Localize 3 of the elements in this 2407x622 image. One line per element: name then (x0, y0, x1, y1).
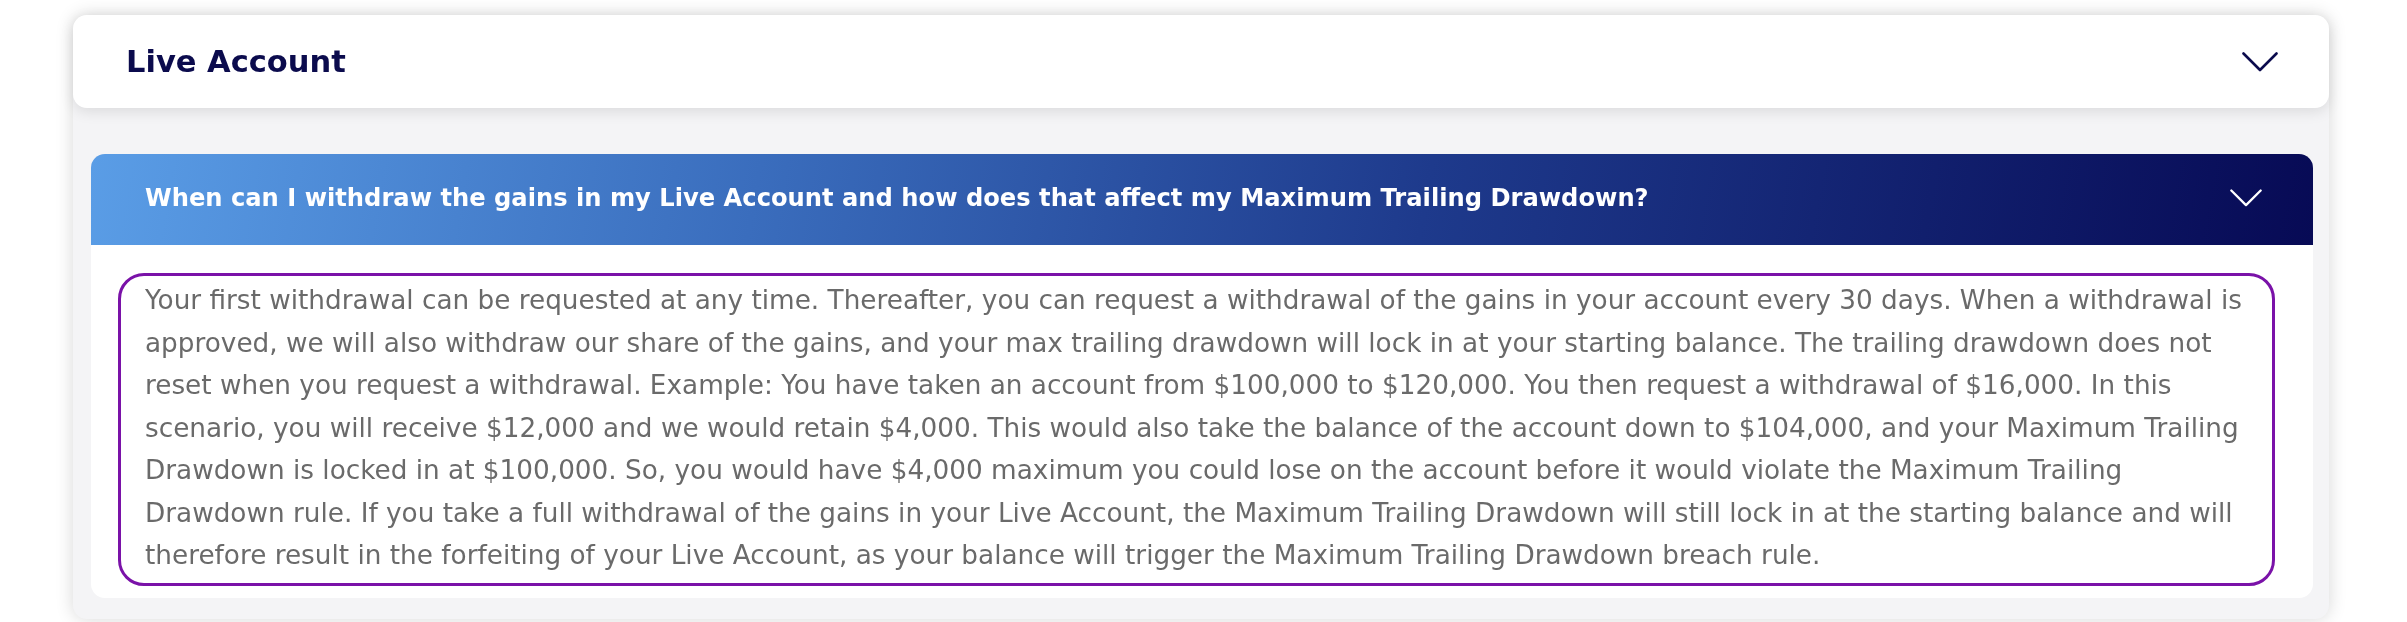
answer-text: Your first withdrawal can be requested at any time. Thereafter, you can request a withdrawal of the gains in your account every 30 days. When a withdrawal is approved, we will also withdraw our share of the gains, and your max trailing drawdown will lock in at your starting balance. The trailing drawdown does not reset when you request a withdrawal. Example: You have taken an account from $100,000 to $120,000. You then request a withdrawal of $16,000. In this scenario, you will receive $12,000 and we would retain $4,000. This would also take the balance of the account down to $104,000, and your Maximum Trailing Drawdown is locked in at $100,000. So, you would have $4,000 maximum you could lose on the account before it would violate the Maximum Trailing Drawdown rule. If you take a full withdrawal of the gains in your Live Account, the Maximum Trailing Drawdown will still lock in at the starting balance and will therefore result in the forfeiting of your Live Account, as your balance will trigger the Maximum Trailing Drawdown breach rule. (118, 273, 2275, 586)
faq-question-button[interactable]: When can I withdraw the gains in my Live Account and how does that affect my Maximum Trailing Drawdown? (91, 154, 2313, 245)
section-header-button[interactable]: Live Account (73, 15, 2329, 108)
